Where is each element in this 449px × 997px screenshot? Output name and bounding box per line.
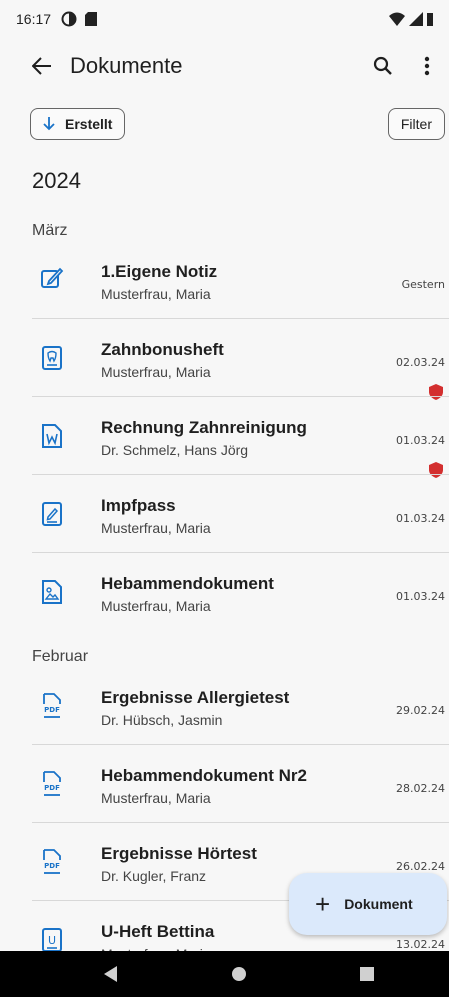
svg-text:PDF: PDF xyxy=(44,862,60,870)
filter-chip-label: Filter xyxy=(400,116,432,132)
document-date: 01.03.24 xyxy=(396,512,445,525)
year-heading: 2024 xyxy=(32,168,81,193)
divider xyxy=(32,474,449,475)
divider xyxy=(32,744,449,745)
document-title: Zahnbonusheft xyxy=(101,340,224,359)
document-date: 26.02.24 xyxy=(396,860,445,873)
document-date: 29.02.24 xyxy=(396,704,445,717)
app-bar: Dokumente xyxy=(0,38,449,94)
more-options-button[interactable] xyxy=(405,44,449,88)
search-button[interactable] xyxy=(361,44,405,88)
pdf-document-icon: PDF xyxy=(43,693,61,718)
pen-document-icon xyxy=(42,502,62,526)
sd-card-icon xyxy=(85,12,98,26)
note-edit-icon xyxy=(41,267,64,288)
add-document-button[interactable]: + Dokument xyxy=(289,873,447,935)
document-row[interactable]: PDF Ergebnisse Allergietest Dr. Hübsch, … xyxy=(0,676,449,754)
document-row[interactable]: Hebammendokument Musterfrau, Maria 01.03… xyxy=(0,562,449,640)
svg-text:PDF: PDF xyxy=(44,706,60,714)
divider xyxy=(32,396,449,397)
battery-icon xyxy=(427,13,433,26)
document-row[interactable]: 1.Eigene Notiz Musterfrau, Maria Gestern xyxy=(0,250,449,328)
document-date: 28.02.24 xyxy=(396,782,445,795)
signal-icon xyxy=(409,12,423,26)
search-icon xyxy=(373,56,392,75)
document-row[interactable]: Zahnbonusheft Musterfrau, Maria 02.03.24 xyxy=(0,328,449,406)
document-author: Musterfrau, Maria xyxy=(101,520,211,536)
image-document-icon xyxy=(42,580,62,604)
divider xyxy=(32,822,449,823)
document-row[interactable]: PDF Hebammendokument Nr2 Musterfrau, Mar… xyxy=(0,754,449,832)
shield-icon xyxy=(429,462,443,478)
back-button[interactable] xyxy=(14,38,70,94)
document-author: Musterfrau, Maria xyxy=(101,286,211,302)
u-document-icon: U xyxy=(42,928,62,952)
arrow-back-icon xyxy=(32,57,51,75)
document-date: 01.03.24 xyxy=(396,590,445,603)
plus-icon: + xyxy=(315,889,331,919)
month-heading-februar: Februar xyxy=(32,648,89,665)
more-vert-icon xyxy=(424,56,430,76)
pdf-document-icon: PDF xyxy=(43,771,61,796)
svg-text:PDF: PDF xyxy=(44,784,60,792)
filter-chip[interactable]: Filter xyxy=(387,108,445,140)
page-title: Dokumente xyxy=(70,53,183,78)
data-saver-icon xyxy=(61,11,77,27)
nav-home-button[interactable] xyxy=(209,951,269,997)
document-date: 13.02.24 xyxy=(396,938,445,951)
document-author: Dr. Schmelz, Hans Jörg xyxy=(101,442,249,458)
pdf-document-icon: PDF xyxy=(43,849,61,874)
document-date: 01.03.24 xyxy=(396,434,445,447)
document-author: Musterfrau, Maria xyxy=(101,790,211,806)
wifi-icon xyxy=(389,12,405,26)
status-time: 16:17 xyxy=(16,11,52,27)
divider xyxy=(32,318,449,319)
document-title: Ergebnisse Allergietest xyxy=(101,688,290,707)
tooth-document-icon xyxy=(42,346,62,370)
nav-recents-button[interactable] xyxy=(337,951,397,997)
document-title: 1.Eigene Notiz xyxy=(101,262,218,281)
add-document-label: Dokument xyxy=(344,896,413,912)
circle-home-icon xyxy=(232,967,246,981)
document-title: Hebammendokument xyxy=(101,574,274,593)
month-heading-maerz: März xyxy=(32,222,68,239)
document-author: Musterfrau, Maria xyxy=(101,598,211,614)
document-date: Gestern xyxy=(401,278,445,291)
document-title: U-Heft Bettina xyxy=(101,922,215,941)
document-title: Hebammendokument Nr2 xyxy=(101,766,307,785)
system-nav-bar xyxy=(0,951,449,997)
arrow-down-icon xyxy=(43,117,55,131)
document-title: Impfpass xyxy=(101,496,176,515)
sort-chip-label: Erstellt xyxy=(65,116,113,132)
divider xyxy=(32,552,449,553)
document-author: Dr. Kugler, Franz xyxy=(101,868,207,884)
square-recents-icon xyxy=(360,967,374,981)
shield-icon xyxy=(429,384,443,400)
document-title: Ergebnisse Hörtest xyxy=(101,844,257,863)
svg-text:U: U xyxy=(48,934,56,947)
document-author: Musterfrau, Maria xyxy=(101,364,211,380)
word-document-icon xyxy=(42,424,62,448)
nav-back-button[interactable] xyxy=(81,951,141,997)
triangle-back-icon xyxy=(104,966,117,982)
document-date: 02.03.24 xyxy=(396,356,445,369)
document-row[interactable]: Rechnung Zahnreinigung Dr. Schmelz, Hans… xyxy=(0,406,449,484)
document-author: Dr. Hübsch, Jasmin xyxy=(101,712,223,728)
status-bar: 16:17 xyxy=(0,0,449,38)
sort-chip[interactable]: Erstellt xyxy=(30,108,126,140)
document-row[interactable]: Impfpass Musterfrau, Maria 01.03.24 xyxy=(0,484,449,562)
document-title: Rechnung Zahnreinigung xyxy=(101,418,307,437)
